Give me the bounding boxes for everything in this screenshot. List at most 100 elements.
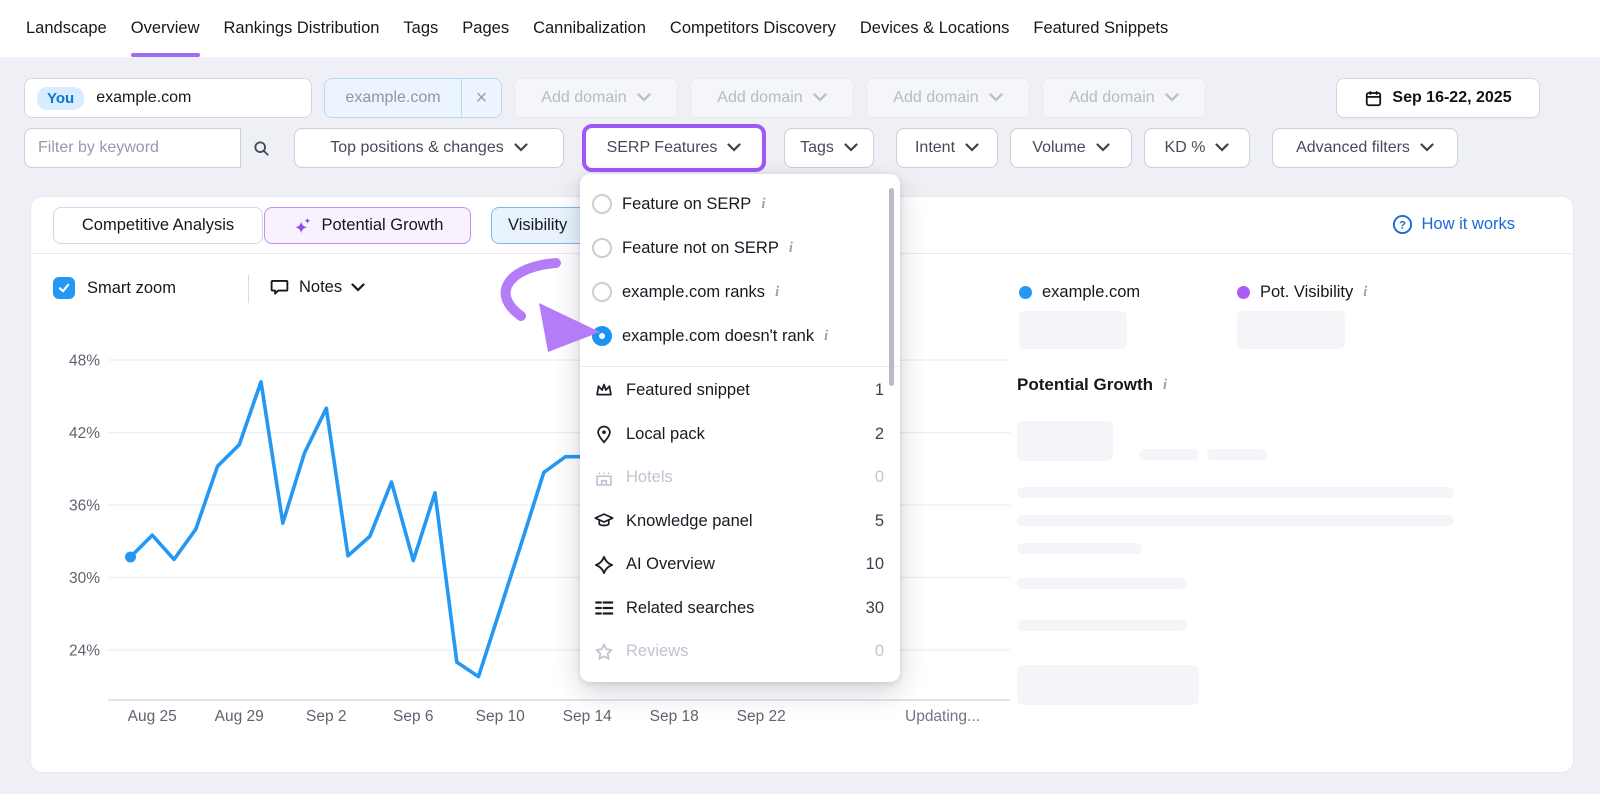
radio-icon[interactable]	[592, 238, 612, 258]
feature-label: Knowledge panel	[626, 512, 865, 531]
add-domain-dropdown[interactable]: Add domain	[514, 78, 678, 118]
legend-label: Pot. Visibility	[1260, 283, 1353, 302]
radio-label: example.com ranks	[622, 283, 765, 302]
radio-option-example-com-ranks[interactable]: example.com ranks i	[580, 270, 900, 314]
legend-label: example.com	[1042, 283, 1140, 302]
feature-count: 2	[875, 425, 884, 444]
smart-zoom-toggle[interactable]: Smart zoom	[53, 277, 176, 299]
chevron-down-icon	[1096, 139, 1110, 157]
crown-icon	[592, 379, 616, 403]
graduation-cap-icon	[592, 509, 616, 533]
add-domain-label: Add domain	[541, 89, 626, 107]
filter-label: Advanced filters	[1296, 139, 1410, 157]
check-icon	[57, 281, 71, 295]
radio-option-feature-not-on-serp[interactable]: Feature not on SERPi	[580, 226, 900, 270]
filter-dropdown-intent[interactable]: Intent	[896, 128, 998, 168]
search-icon	[252, 139, 271, 158]
your-domain-value: example.com	[96, 89, 191, 107]
radio-icon[interactable]	[592, 326, 612, 346]
bar-skeleton	[1207, 449, 1267, 460]
notes-label: Notes	[299, 278, 342, 297]
add-domain-dropdown[interactable]: Add domain	[1042, 78, 1206, 118]
your-domain-field[interactable]: You example.com	[24, 78, 312, 118]
potential-growth-label: Potential Growth	[1017, 375, 1153, 395]
remove-domain-icon[interactable]: ×	[461, 79, 501, 117]
competitor-domain-chip[interactable]: example.com ×	[324, 78, 502, 118]
filter-label: Volume	[1032, 139, 1085, 157]
nav-tab-competitors-discovery[interactable]: Competitors Discovery	[670, 0, 836, 57]
filter-label: Tags	[800, 139, 834, 157]
ai-clover-icon	[592, 553, 616, 577]
competitor-domain-label: example.com	[325, 89, 461, 107]
divider	[248, 275, 249, 303]
serp-feature-list: Featured snippet1Local pack2Hotels0Knowl…	[580, 369, 900, 674]
dropdown-scrollbar[interactable]	[889, 188, 894, 386]
radio-icon[interactable]	[592, 282, 612, 302]
notes-dropdown[interactable]: Notes	[269, 277, 365, 298]
tab-potential-growth[interactable]: Potential Growth	[264, 207, 471, 244]
chevron-down-icon	[1215, 139, 1229, 157]
radio-label: Feature not on SERP	[622, 239, 779, 258]
radio-option-example-com-doesn-t-rank[interactable]: example.com doesn't ranki	[580, 314, 900, 358]
chevron-down-icon	[1420, 139, 1434, 157]
filter-dropdown-kd[interactable]: KD %	[1144, 128, 1250, 168]
search-button[interactable]	[240, 128, 282, 168]
serp-feature-related-searches[interactable]: Related searches30	[580, 587, 900, 631]
filter-dropdown-advanced-filters[interactable]: Advanced filters	[1272, 128, 1458, 168]
info-icon: i	[775, 284, 779, 301]
filter-label: Intent	[915, 139, 955, 157]
position-tracking-page: Landscape Overview Rankings Distribution Ta…	[0, 0, 1600, 794]
tab-competitive-analysis[interactable]: Competitive Analysis	[53, 207, 263, 244]
radio-option-feature-on-serp[interactable]: Feature on SERPi	[580, 182, 900, 226]
calendar-icon	[1364, 89, 1383, 108]
legend-item-example: example.com	[1019, 283, 1140, 302]
serp-feature-ai-overview[interactable]: AI Overview10	[580, 543, 900, 587]
keyword-filter	[24, 128, 282, 168]
bar-skeleton	[1017, 578, 1187, 589]
chevron-down-icon	[989, 89, 1003, 107]
sparkles-icon	[292, 215, 314, 237]
nav-tab-rankings-distribution[interactable]: Rankings Distribution	[224, 0, 380, 57]
nav-tab-cannibalization[interactable]: Cannibalization	[533, 0, 646, 57]
filter-dropdown-top-positions-changes[interactable]: Top positions & changes	[294, 128, 564, 168]
date-range-picker[interactable]: Sep 16-22, 2025	[1336, 78, 1540, 118]
smart-zoom-checkbox[interactable]	[53, 277, 75, 299]
add-domain-label: Add domain	[1069, 89, 1154, 107]
add-domain-dropdown[interactable]: Add domain	[866, 78, 1030, 118]
series-dot-purple	[1237, 286, 1250, 299]
feature-count: 1	[875, 381, 884, 400]
nav-tab-devices-locations[interactable]: Devices & Locations	[860, 0, 1010, 57]
feature-label: Reviews	[626, 642, 865, 661]
nav-tab-tags[interactable]: Tags	[403, 0, 438, 57]
nav-tab-pages[interactable]: Pages	[462, 0, 509, 57]
filters-toolbar: Top positions & changes SERP Features Tags…	[0, 128, 1600, 168]
speech-bubble-icon	[269, 277, 290, 298]
filter-dropdown-tags[interactable]: Tags	[784, 128, 874, 168]
feature-count: 30	[866, 599, 884, 618]
bar-skeleton	[1139, 449, 1199, 460]
related-searches-icon	[592, 596, 616, 620]
date-range-label: Sep 16-22, 2025	[1392, 89, 1511, 107]
filter-label: KD %	[1165, 139, 1206, 157]
serp-feature-reviews: Reviews0	[580, 630, 900, 674]
serp-feature-local-pack[interactable]: Local pack 2	[580, 413, 900, 457]
nav-tab-overview[interactable]: Overview	[131, 0, 200, 57]
radio-icon[interactable]	[592, 194, 612, 214]
chevron-down-icon	[351, 283, 365, 292]
bar-skeleton	[1017, 515, 1454, 526]
star-icon	[592, 640, 616, 664]
feature-label: AI Overview	[626, 555, 856, 574]
filter-dropdown-volume[interactable]: Volume	[1010, 128, 1132, 168]
nav-tab-landscape[interactable]: Landscape	[26, 0, 107, 57]
serp-feature-knowledge-panel[interactable]: Knowledge panel 5	[580, 500, 900, 544]
add-domain-label: Add domain	[893, 89, 978, 107]
nav-tab-featured-snippets[interactable]: Featured Snippets	[1033, 0, 1168, 57]
feature-count: 5	[875, 512, 884, 531]
question-circle-icon: ?	[1392, 214, 1413, 235]
serp-feature-featured-snippet[interactable]: Featured snippet1	[580, 369, 900, 413]
add-domain-dropdown[interactable]: Add domain	[690, 78, 854, 118]
feature-label: Local pack	[626, 425, 865, 444]
you-badge: You	[37, 87, 84, 110]
filter-dropdown-serp-features[interactable]: SERP Features	[586, 128, 762, 168]
how-it-works-link[interactable]: ? How it works	[1392, 214, 1515, 235]
